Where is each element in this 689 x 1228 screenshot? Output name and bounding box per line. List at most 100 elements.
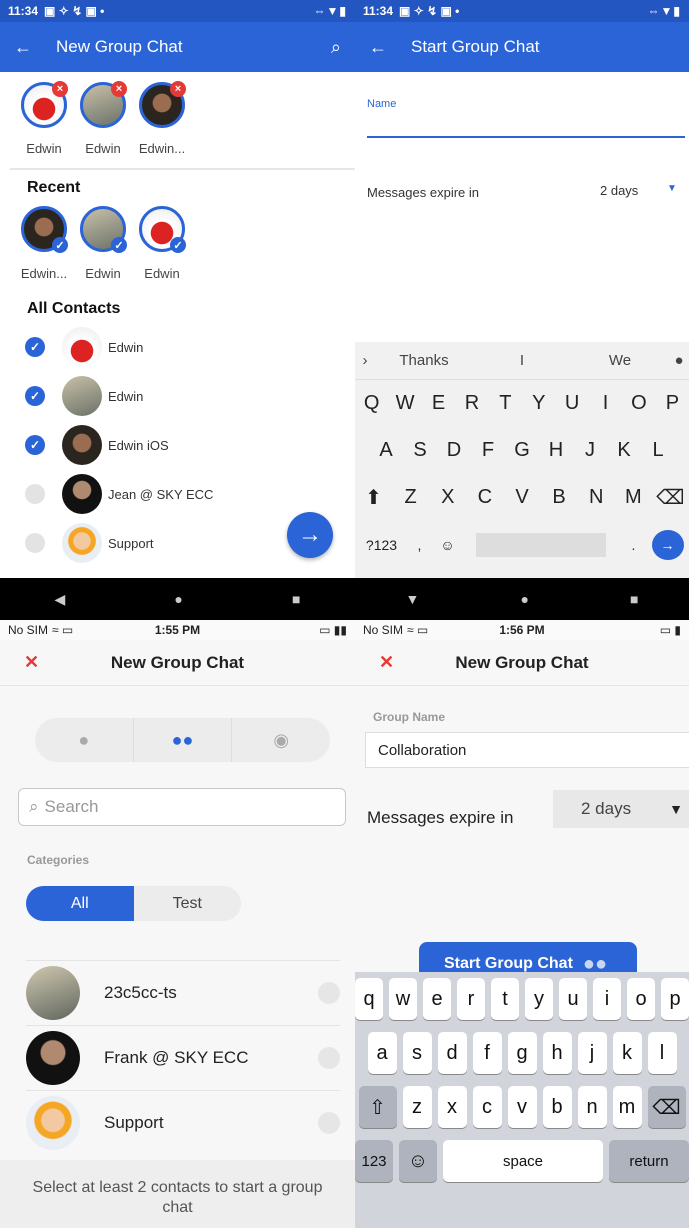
- key[interactable]: n: [577, 1086, 607, 1128]
- shift-icon[interactable]: ⇧: [358, 1086, 397, 1128]
- chat-bubble-icon[interactable]: ●: [35, 718, 134, 762]
- suggestion[interactable]: Thanks: [375, 352, 473, 369]
- remove-icon[interactable]: ×: [170, 81, 186, 97]
- check-icon[interactable]: ✓: [25, 435, 45, 455]
- key[interactable]: i: [593, 978, 621, 1020]
- radio-button[interactable]: [318, 981, 340, 1004]
- back-arrow-icon[interactable]: ←: [14, 37, 32, 58]
- key[interactable]: f: [472, 1032, 502, 1074]
- numbers-key[interactable]: 123: [355, 1140, 393, 1182]
- key[interactable]: E: [422, 392, 455, 415]
- key[interactable]: J: [573, 439, 607, 462]
- radio-icon[interactable]: [25, 484, 45, 504]
- radio-button[interactable]: [318, 1046, 340, 1069]
- contact-row[interactable]: ✓ Edwin iOS: [0, 421, 355, 469]
- key[interactable]: Q: [355, 392, 388, 415]
- recents-nav-icon[interactable]: ■: [292, 591, 300, 607]
- list-item[interactable]: Frank @ SKY ECC: [26, 1025, 340, 1089]
- key[interactable]: R: [455, 392, 488, 415]
- selected-avatar-1[interactable]: ×: [21, 81, 68, 128]
- key[interactable]: e: [423, 978, 451, 1020]
- key[interactable]: d: [437, 1032, 467, 1074]
- key[interactable]: B: [541, 486, 578, 509]
- key[interactable]: u: [559, 978, 587, 1020]
- group-name-input[interactable]: Collaboration: [365, 732, 689, 768]
- symbols-key[interactable]: ?123: [357, 537, 407, 553]
- key[interactable]: C: [466, 486, 503, 509]
- key[interactable]: x: [437, 1086, 467, 1128]
- key[interactable]: r: [457, 978, 485, 1020]
- search-icon[interactable]: ⌕: [331, 37, 341, 58]
- selected-avatar-2[interactable]: ×: [80, 81, 127, 128]
- emoji-icon[interactable]: ☺: [433, 537, 463, 553]
- backspace-icon[interactable]: ⌫: [652, 485, 689, 510]
- recent-avatar-1[interactable]: ✓: [21, 206, 68, 253]
- contact-row[interactable]: Jean @ SKY ECC: [0, 470, 355, 518]
- key[interactable]: o: [627, 978, 655, 1020]
- radio-button[interactable]: [318, 1111, 340, 1134]
- group-chat-icon[interactable]: ●●: [134, 718, 233, 762]
- key[interactable]: j: [577, 1032, 607, 1074]
- close-icon[interactable]: ✕: [379, 652, 394, 673]
- key[interactable]: V: [503, 486, 540, 509]
- key[interactable]: U: [555, 392, 588, 415]
- shift-icon[interactable]: ⬆: [355, 485, 392, 510]
- key[interactable]: F: [471, 439, 505, 462]
- expire-select[interactable]: 2 days: [600, 183, 638, 198]
- key[interactable]: H: [539, 439, 573, 462]
- selected-avatar-3[interactable]: ×: [139, 81, 186, 128]
- key[interactable]: K: [607, 439, 641, 462]
- dropdown-arrow-icon[interactable]: ▼: [667, 183, 677, 194]
- category-all[interactable]: All: [26, 886, 134, 921]
- key[interactable]: O: [622, 392, 655, 415]
- space-key[interactable]: space: [443, 1140, 603, 1182]
- key[interactable]: W: [388, 392, 421, 415]
- key[interactable]: L: [641, 439, 675, 462]
- send-arrow-icon[interactable]: →: [651, 529, 684, 560]
- next-button[interactable]: →: [287, 512, 333, 558]
- key[interactable]: g: [507, 1032, 537, 1074]
- key[interactable]: I: [589, 392, 622, 415]
- expire-select[interactable]: 2 days ▼: [553, 790, 689, 828]
- recent-avatar-3[interactable]: ✓: [139, 206, 186, 253]
- key[interactable]: A: [369, 439, 403, 462]
- check-icon[interactable]: ✓: [25, 386, 45, 406]
- key[interactable]: z: [402, 1086, 432, 1128]
- broadcast-icon[interactable]: ◉: [232, 718, 330, 762]
- key[interactable]: p: [661, 978, 689, 1020]
- remove-icon[interactable]: ×: [111, 81, 127, 97]
- key[interactable]: q: [355, 978, 383, 1020]
- key[interactable]: Z: [392, 486, 429, 509]
- contact-row[interactable]: ✓ Edwin: [0, 372, 355, 420]
- mic-icon[interactable]: ●: [669, 352, 689, 369]
- key[interactable]: N: [578, 486, 615, 509]
- key[interactable]: a: [367, 1032, 397, 1074]
- recent-avatar-2[interactable]: ✓: [80, 206, 127, 253]
- check-icon[interactable]: ✓: [25, 337, 45, 357]
- key[interactable]: m: [612, 1086, 642, 1128]
- suggestion[interactable]: I: [473, 352, 571, 369]
- key[interactable]: P: [656, 392, 689, 415]
- back-arrow-icon[interactable]: ←: [369, 37, 387, 58]
- back-nav-icon[interactable]: ◀: [55, 591, 66, 608]
- key[interactable]: S: [403, 439, 437, 462]
- key[interactable]: w: [389, 978, 417, 1020]
- search-input[interactable]: ⌕ Search: [18, 788, 346, 826]
- key[interactable]: c: [472, 1086, 502, 1128]
- home-nav-icon[interactable]: ●: [174, 591, 182, 607]
- remove-icon[interactable]: ×: [52, 81, 68, 97]
- key[interactable]: G: [505, 439, 539, 462]
- suggestion[interactable]: We: [571, 352, 669, 369]
- comma-key[interactable]: ,: [410, 537, 430, 553]
- key[interactable]: M: [615, 486, 652, 509]
- home-nav-icon[interactable]: ●: [520, 591, 528, 607]
- contact-row[interactable]: ✓ Edwin: [0, 323, 355, 371]
- key[interactable]: y: [525, 978, 553, 1020]
- chevron-right-icon[interactable]: ›: [355, 352, 375, 369]
- list-item[interactable]: 23c5cc-ts: [26, 960, 340, 1024]
- hide-keyboard-icon[interactable]: ▼: [406, 591, 420, 607]
- backspace-icon[interactable]: ⌫: [647, 1086, 686, 1128]
- name-input[interactable]: [367, 118, 685, 138]
- emoji-icon[interactable]: ☺: [399, 1140, 437, 1182]
- period-key[interactable]: .: [619, 537, 649, 553]
